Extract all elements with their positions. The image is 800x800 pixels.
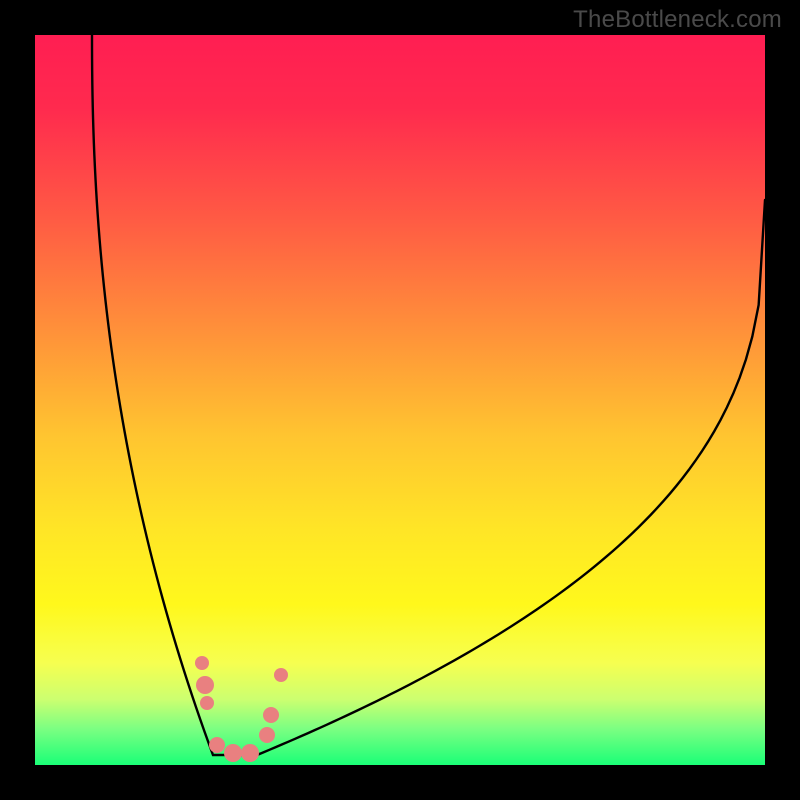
data-point — [274, 668, 288, 682]
bottleneck-chart — [35, 35, 765, 765]
data-point — [209, 737, 225, 753]
data-point — [224, 744, 242, 762]
data-point — [195, 656, 209, 670]
gradient-background — [35, 35, 765, 765]
plot-area — [35, 35, 765, 765]
data-point — [263, 707, 279, 723]
data-point — [196, 676, 214, 694]
data-point — [200, 696, 214, 710]
watermark-text: TheBottleneck.com — [573, 6, 782, 34]
data-point — [241, 744, 259, 762]
chart-frame: TheBottleneck.com — [0, 0, 800, 800]
data-point — [259, 727, 275, 743]
